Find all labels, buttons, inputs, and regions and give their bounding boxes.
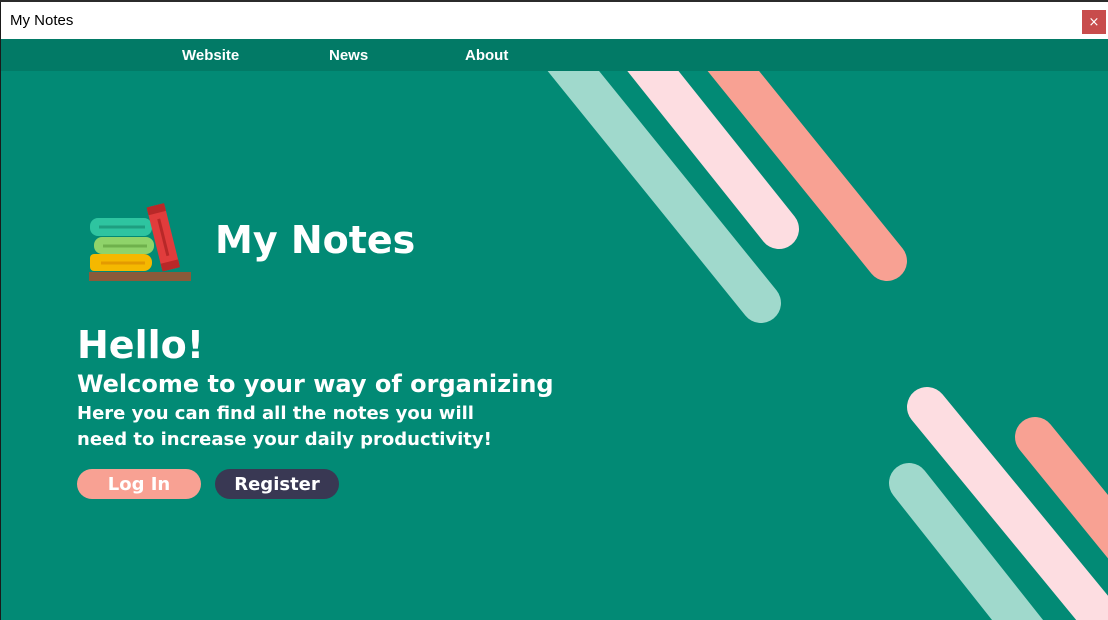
welcome-subheading: Welcome to your way of organizing <box>77 370 554 398</box>
window-title: My Notes <box>10 12 74 29</box>
greeting-heading: Hello! <box>77 323 205 367</box>
nav-item-website[interactable]: Website <box>182 39 239 71</box>
register-button[interactable]: Register <box>215 469 339 499</box>
nav-item-about[interactable]: About <box>465 39 508 71</box>
title-bar: My Notes × <box>1 2 1108 39</box>
close-icon: × <box>1088 14 1100 30</box>
hero-section: My Notes Hello! Welcome to your way of o… <box>1 71 1108 620</box>
login-button[interactable]: Log In <box>77 469 201 499</box>
nav-item-news[interactable]: News <box>329 39 368 71</box>
app-window: My Notes × Website News About My Notes H… <box>0 2 1108 620</box>
app-name-heading: My Notes <box>215 218 416 262</box>
stacked-books-icon <box>89 203 191 281</box>
close-button[interactable]: × <box>1082 10 1106 34</box>
description-text: Here you can find all the notes you will… <box>77 403 492 450</box>
top-nav: Website News About <box>1 39 1108 71</box>
